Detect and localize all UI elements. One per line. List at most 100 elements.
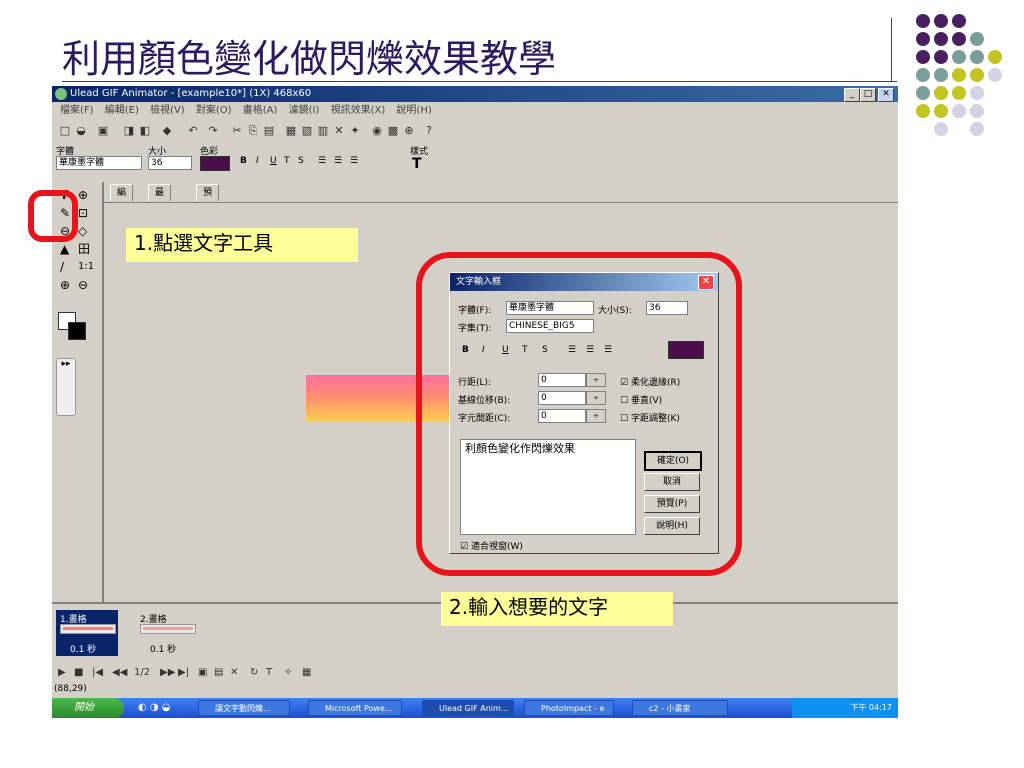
zoom-out-icon[interactable]: ⊖: [78, 278, 88, 292]
preview-icon[interactable]: ◉: [370, 124, 384, 138]
close-button[interactable]: ✕: [878, 88, 894, 102]
actual-size-icon[interactable]: 1:1: [78, 260, 94, 274]
prev-frame-icon[interactable]: ◀◀: [112, 666, 127, 680]
tween-icon[interactable]: ↻: [250, 666, 258, 680]
underline-button[interactable]: U: [270, 156, 277, 166]
dot: [934, 50, 948, 64]
menu-view[interactable]: 檢視(V): [150, 103, 185, 119]
delete-frame-icon[interactable]: ✕: [230, 666, 238, 680]
crop-tool-icon[interactable]: ⊕: [78, 188, 88, 202]
menu-frame[interactable]: 畫格(A): [243, 103, 278, 119]
fill-tool-icon[interactable]: ▲: [60, 242, 69, 256]
dot: [970, 68, 984, 82]
taskbar-item-gif-animator[interactable]: Ulead GIF Anim...: [422, 700, 514, 716]
expand-panel-icon[interactable]: ▸▸: [56, 358, 76, 416]
menu-edit[interactable]: 編輯(E): [105, 103, 139, 119]
grid-icon[interactable]: ▦: [284, 124, 298, 138]
taskbar-item-photoimpact[interactable]: PhotoImpact - e: [524, 700, 614, 716]
menu-object[interactable]: 對案(O): [196, 103, 232, 119]
dot: [970, 32, 984, 46]
next-frame-icon[interactable]: ▶▶: [160, 666, 175, 680]
text-frame-icon[interactable]: T: [266, 666, 272, 680]
slide-title: 利用顏色變化做閃爍效果教學: [62, 37, 557, 81]
duplicate-icon[interactable]: ▥: [316, 124, 330, 138]
taskbar-item-paint[interactable]: c2 - 小畫家: [632, 700, 728, 716]
app-titlebar[interactable]: Ulead GIF Animator - [example10*] (1X) 4…: [52, 86, 898, 102]
select-tool-icon[interactable]: ⊡: [78, 206, 88, 220]
main-toolbar: □ ◒ ▣ ◨ ◧ ◆ ↶ ↷ ✂ ⎘ ▤ ▦ ▧ ▥ ✕ ✦ ◉ ▩ ⊕ ?: [52, 122, 898, 144]
foreground-color-swatch[interactable]: [68, 322, 86, 340]
highlight-text-tool: [28, 190, 78, 242]
menu-filter[interactable]: 濾鏡(I): [289, 103, 320, 119]
help-icon[interactable]: ?: [422, 124, 436, 138]
delete-icon[interactable]: ✕: [332, 124, 346, 138]
last-frame-icon[interactable]: ▶|: [178, 666, 189, 680]
tool-panel: T ⊕ ✎ ⊡ ⊖ ◇ ▲ 田 / 1:1 ⊕ ⊖ ▸▸: [52, 182, 104, 602]
tab-preview[interactable]: 預覽: [196, 184, 220, 214]
align-center-icon[interactable]: ☰: [334, 156, 342, 166]
tab-optimize[interactable]: 最佳化: [148, 184, 172, 230]
copy-icon[interactable]: ⎘: [246, 124, 260, 138]
color-tool-icon[interactable]: ◆: [160, 124, 174, 138]
properties-icon[interactable]: ▦: [302, 666, 311, 680]
paste-icon[interactable]: ▤: [262, 124, 276, 138]
align-right-icon[interactable]: ☰: [350, 156, 358, 166]
menu-help[interactable]: 說明(H): [396, 103, 431, 119]
open-icon[interactable]: ◒: [74, 124, 88, 138]
app-title: Ulead GIF Animator - [example10*] (1X) 4…: [70, 88, 312, 99]
size-select[interactable]: 36: [148, 156, 192, 170]
import-icon[interactable]: ◨: [122, 124, 136, 138]
menu-effects[interactable]: 視訊效果(X): [331, 103, 386, 119]
frame-thumbnail: [140, 624, 196, 634]
duplicate-frame-icon[interactable]: ▤: [214, 666, 223, 680]
dot: [934, 14, 948, 28]
zoom-icon[interactable]: ▩: [386, 124, 400, 138]
dot: [970, 104, 984, 118]
dot: [988, 50, 1002, 64]
maximize-button[interactable]: □: [860, 88, 876, 102]
line-tool-icon[interactable]: /: [60, 260, 64, 274]
app-icon: [55, 88, 67, 100]
stop-icon[interactable]: ■: [74, 666, 83, 680]
minimize-button[interactable]: _: [844, 88, 860, 102]
magnify-icon[interactable]: ⊕: [402, 124, 416, 138]
wizard-icon[interactable]: ✧: [284, 666, 292, 680]
settings-icon[interactable]: ✦: [348, 124, 362, 138]
align-left-icon[interactable]: ☰: [318, 156, 326, 166]
bold-button[interactable]: B: [240, 156, 247, 166]
first-frame-icon[interactable]: |◀: [92, 666, 103, 680]
tab-edit[interactable]: 編輯: [110, 184, 134, 214]
dot: [916, 68, 930, 82]
text-style-icon[interactable]: T: [412, 156, 422, 172]
cursor-coordinates: (88,29): [54, 684, 87, 694]
layer-icon[interactable]: ◧: [138, 124, 152, 138]
grid-tool-icon[interactable]: 田: [78, 242, 90, 256]
italic-button[interactable]: I: [256, 156, 259, 166]
undo-icon[interactable]: ↶: [186, 124, 200, 138]
strike-button[interactable]: T: [284, 156, 290, 166]
cut-icon[interactable]: ✂: [230, 124, 244, 138]
frame-icon[interactable]: ▧: [300, 124, 314, 138]
quicklaunch-icons[interactable]: ◐ ◑ ◒: [138, 702, 171, 713]
taskbar-item-powerpoint[interactable]: Microsoft Powe...: [308, 700, 402, 716]
menu-file[interactable]: 檔案(F): [60, 103, 94, 119]
dot: [934, 122, 948, 136]
redo-icon[interactable]: ↷: [206, 124, 220, 138]
shadow-button[interactable]: S: [298, 156, 304, 166]
frame-2[interactable]: 2.畫格 0.1 秒: [136, 610, 198, 656]
color-swatch[interactable]: [200, 156, 230, 171]
dot: [916, 86, 930, 100]
zoom-in-icon[interactable]: ⊕: [60, 278, 70, 292]
taskbar-item-explorer[interactable]: 讓文字動閃爍...: [198, 700, 290, 716]
new-icon[interactable]: □: [58, 124, 72, 138]
dot: [952, 104, 966, 118]
dot: [988, 68, 1002, 82]
save-icon[interactable]: ▣: [96, 124, 110, 138]
font-select[interactable]: 華康墨字體: [56, 156, 142, 170]
dot: [916, 14, 930, 28]
add-frame-icon[interactable]: ▣: [198, 666, 207, 680]
start-button[interactable]: 開始: [52, 698, 124, 718]
shape-tool-icon[interactable]: ◇: [78, 224, 87, 238]
play-icon[interactable]: ▶: [58, 666, 66, 680]
frame-1[interactable]: 1.畫格 0.1 秒: [56, 610, 118, 656]
